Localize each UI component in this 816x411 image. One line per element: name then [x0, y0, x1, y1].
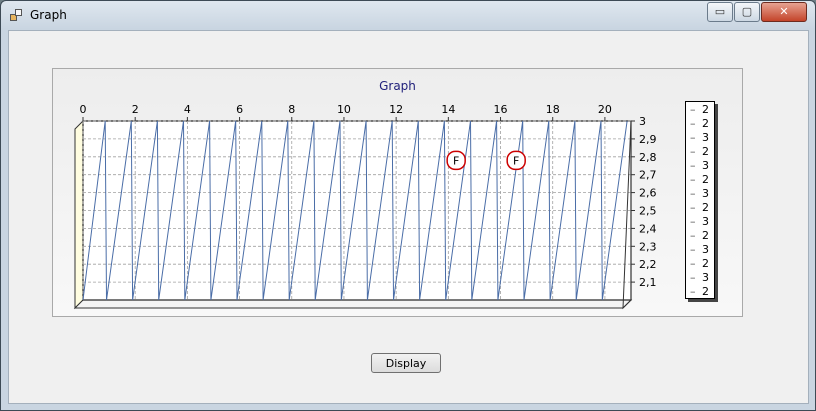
chart-side-wall	[74, 119, 84, 310]
y-tick-label: 2,9	[639, 133, 657, 146]
legend-item: –2	[686, 103, 714, 117]
form-client-area: Graph 0 2 4 6 8 10 12 14 16 18 20 3 2,9 2,8 2,7 2,6 2,5 2…	[8, 30, 809, 404]
x-tick-label: 18	[546, 103, 560, 116]
y-tick-label: 2,3	[639, 240, 657, 253]
legend-label: 3	[702, 131, 709, 144]
legend-item: –3	[686, 243, 714, 257]
legend-marker: –	[690, 173, 696, 186]
y-tick-label: 2,8	[639, 151, 657, 164]
title-bar[interactable]: Graph ▭ ▢ ✕	[1, 1, 815, 29]
y-tick-label: 2,6	[639, 187, 657, 200]
legend-item: –2	[686, 173, 714, 187]
y-tick-label: 2,1	[639, 276, 657, 289]
legend-item: –2	[686, 257, 714, 271]
legend-item: –3	[686, 215, 714, 229]
main-window: Graph ▭ ▢ ✕ Graph 0 2 4 6 8 10 12 14 16 18 20 3 2,9 2…	[0, 0, 816, 411]
chart-floor	[73, 299, 633, 309]
legend-marker: –	[690, 145, 696, 158]
legend-marker: –	[690, 257, 696, 270]
x-tick-label: 16	[494, 103, 508, 116]
x-tick-label: 6	[236, 103, 243, 116]
legend-item: –2	[686, 229, 714, 243]
legend-item: –3	[686, 131, 714, 145]
legend-marker: –	[690, 285, 696, 298]
legend-marker: –	[690, 201, 696, 214]
legend-label: 3	[702, 187, 709, 200]
legend-marker: –	[690, 159, 696, 172]
annotation-label: F	[513, 154, 519, 167]
legend-label: 2	[702, 229, 709, 242]
x-tick-label: 10	[337, 103, 351, 116]
window-title: Graph	[30, 8, 67, 22]
legend-item: –2	[686, 285, 714, 299]
minimize-button[interactable]: ▭	[707, 2, 733, 22]
legend-label: 2	[702, 173, 709, 186]
legend-item: –2	[686, 145, 714, 159]
legend-label: 2	[702, 117, 709, 130]
minimize-icon: ▭	[714, 5, 726, 18]
legend-item: –3	[686, 187, 714, 201]
annotation-label: F	[453, 154, 459, 167]
y-tick-label: 2,2	[639, 258, 657, 271]
x-tick-label: 12	[389, 103, 403, 116]
y-tick-label: 3	[639, 115, 646, 128]
close-icon: ✕	[779, 5, 789, 18]
x-tick-label: 14	[441, 103, 455, 116]
chart-plot: 0 2 4 6 8 10 12 14 16 18 20 3 2,9 2,8 2,7 2,6 2,5 2,4 2,3 2…	[73, 103, 657, 310]
y-tick-label: 2,4	[639, 222, 657, 235]
legend-label: 2	[702, 103, 709, 116]
chart-panel: Graph 0 2 4 6 8 10 12 14 16 18 20 3 2,9 2,8 2,7 2,6 2,5 2…	[52, 68, 743, 317]
legend-item: –3	[686, 159, 714, 173]
legend-label: 3	[702, 243, 709, 256]
chart-legend: –2–2–3–2–3–2–3–2–3–2–3–2–3–2	[685, 101, 715, 299]
legend-marker: –	[690, 271, 696, 284]
x-tick-label: 20	[598, 103, 612, 116]
legend-label: 3	[702, 159, 709, 172]
legend-item: –3	[686, 271, 714, 285]
legend-item: –2	[686, 117, 714, 131]
maximize-button[interactable]: ▢	[734, 2, 760, 22]
x-tick-label: 2	[132, 103, 139, 116]
legend-marker: –	[690, 131, 696, 144]
x-tick-label: 8	[288, 103, 295, 116]
legend-label: 2	[702, 145, 709, 158]
legend-label: 3	[702, 215, 709, 228]
legend-marker: –	[690, 215, 696, 228]
legend-marker: –	[690, 229, 696, 242]
x-tick-label: 4	[184, 103, 191, 116]
legend-label: 2	[702, 201, 709, 214]
legend-marker: –	[690, 243, 696, 256]
legend-label: 2	[702, 285, 709, 298]
legend-label: 3	[702, 271, 709, 284]
x-tick-label: 0	[80, 103, 87, 116]
legend-marker: –	[690, 187, 696, 200]
legend-marker: –	[690, 117, 696, 130]
y-tick-label: 2,5	[639, 205, 657, 218]
y-tick-label: 2,7	[639, 169, 657, 182]
app-icon	[10, 9, 22, 21]
display-button[interactable]: Display	[371, 353, 441, 373]
legend-item: –2	[686, 201, 714, 215]
close-button[interactable]: ✕	[761, 2, 807, 22]
legend-marker: –	[690, 103, 696, 116]
maximize-icon: ▢	[741, 5, 753, 18]
legend-label: 2	[702, 257, 709, 270]
